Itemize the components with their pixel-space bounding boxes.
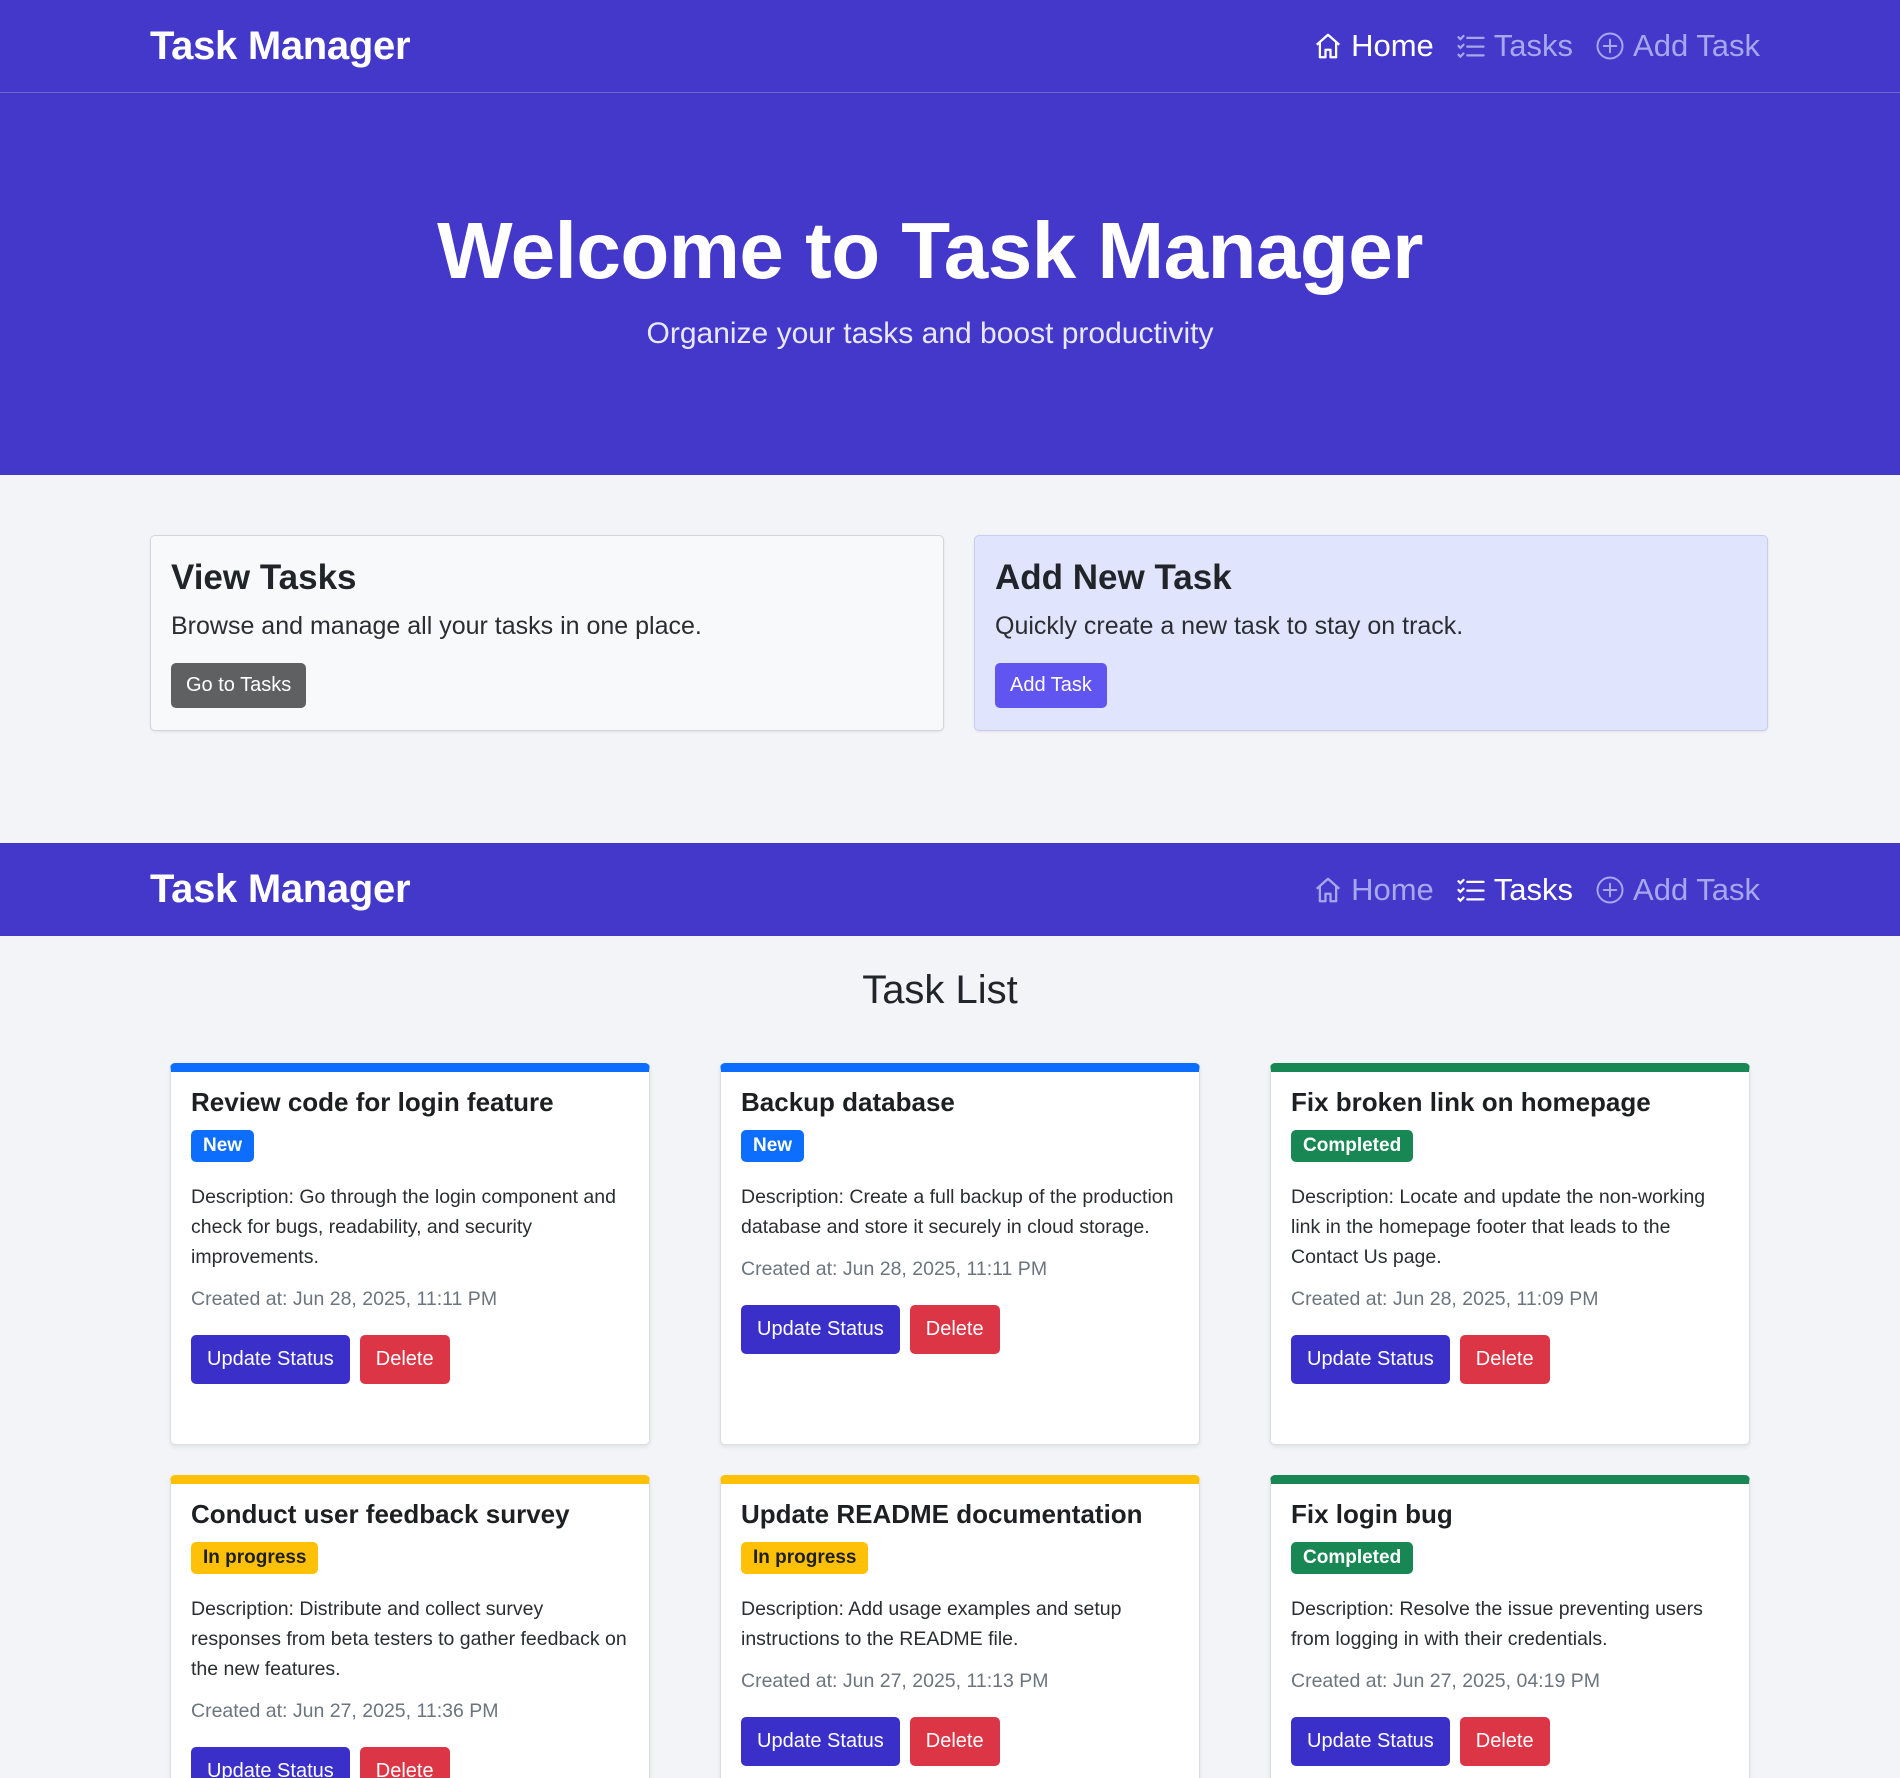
- task-created-at: Created at: Jun 27, 2025, 11:36 PM: [191, 1700, 499, 1722]
- status-badge: Completed: [1291, 1130, 1414, 1162]
- task-card: Fix login bug Completed Description: Res…: [1270, 1475, 1750, 1778]
- home-icon: [1316, 877, 1341, 902]
- task-card: Update README documentation In progress …: [720, 1475, 1200, 1778]
- task-created-at: Created at: Jun 27, 2025, 11:13 PM: [741, 1670, 1049, 1692]
- task-title: Conduct user feedback survey: [191, 1499, 570, 1529]
- view-tasks-card: View Tasks Browse and manage all your ta…: [150, 535, 944, 731]
- nav-home-label: Home: [1351, 28, 1434, 63]
- delete-button[interactable]: Delete: [909, 1717, 1000, 1766]
- task-created-at: Created at: Jun 28, 2025, 11:09 PM: [1291, 1288, 1599, 1310]
- nav-tasks-link[interactable]: Tasks: [1456, 28, 1573, 64]
- task-description: Description: Go through the login compon…: [191, 1186, 616, 1268]
- add-task-title: Add New Task: [995, 558, 1232, 597]
- task-description: Description: Locate and update the non-w…: [1291, 1186, 1706, 1268]
- status-badge: New: [191, 1130, 255, 1162]
- task-card: Backup database New Description: Create …: [720, 1063, 1200, 1445]
- update-status-button[interactable]: Update Status: [1291, 1717, 1450, 1766]
- go-to-tasks-button[interactable]: Go to Tasks: [171, 663, 307, 708]
- delete-button[interactable]: Delete: [359, 1335, 450, 1384]
- nav-tasks-label: Tasks: [1493, 871, 1574, 907]
- task-actions: Update Status Delete: [1291, 1335, 1729, 1384]
- feature-cards: View Tasks Browse and manage all your ta…: [0, 475, 1900, 843]
- home-icon: [1316, 33, 1341, 59]
- status-badge: New: [741, 1130, 805, 1162]
- task-card: Conduct user feedback survey In progress…: [170, 1475, 650, 1778]
- plus-circle-icon: [1596, 876, 1624, 903]
- task-list-section: Task List Review code for login feature …: [0, 936, 1900, 1778]
- nav-home-link[interactable]: Home: [1313, 28, 1434, 64]
- task-description: Description: Resolve the issue preventin…: [1291, 1598, 1703, 1650]
- top-navbar: Task Manager Home Tasks Add Task: [0, 0, 1900, 93]
- task-description: Description: Distribute and collect surv…: [191, 1598, 627, 1680]
- task-actions: Update Status Delete: [1291, 1717, 1729, 1766]
- nav-links: Home Tasks Add Task: [1313, 872, 1760, 908]
- task-actions: Update Status Delete: [741, 1305, 1179, 1354]
- task-grid: Review code for login feature New Descri…: [0, 1013, 1900, 1778]
- task-list-title: Task List: [862, 968, 1018, 1012]
- nav-home-link[interactable]: Home: [1313, 872, 1434, 908]
- task-card: Fix broken link on homepage Completed De…: [1270, 1063, 1750, 1445]
- update-status-button[interactable]: Update Status: [741, 1717, 900, 1766]
- view-tasks-title: View Tasks: [171, 558, 357, 597]
- task-title: Fix login bug: [1291, 1499, 1453, 1529]
- task-created-at: Created at: Jun 28, 2025, 11:11 PM: [191, 1288, 498, 1310]
- list-icon: [1457, 34, 1485, 59]
- task-actions: Update Status Delete: [191, 1335, 629, 1384]
- hero-section: Welcome to Task Manager Organize your ta…: [0, 93, 1900, 475]
- task-actions: Update Status Delete: [191, 1747, 629, 1778]
- nav-tasks-label: Tasks: [1493, 28, 1574, 63]
- task-description: Description: Add usage examples and setu…: [741, 1598, 1122, 1650]
- nav-home-label: Home: [1351, 871, 1434, 907]
- task-title: Fix broken link on homepage: [1291, 1087, 1651, 1117]
- delete-button[interactable]: Delete: [909, 1305, 1000, 1354]
- status-badge: In progress: [741, 1542, 869, 1574]
- tasks-navbar: Task Manager Home Tasks Add Task: [0, 843, 1900, 936]
- update-status-button[interactable]: Update Status: [191, 1335, 350, 1384]
- task-title: Backup database: [741, 1087, 955, 1117]
- status-badge: In progress: [191, 1542, 319, 1574]
- task-actions: Update Status Delete: [741, 1717, 1179, 1766]
- status-badge: Completed: [1291, 1542, 1414, 1574]
- task-description: Description: Create a full backup of the…: [741, 1186, 1174, 1238]
- task-card: Review code for login feature New Descri…: [170, 1063, 650, 1445]
- nav-add-task-label: Add Task: [1633, 28, 1760, 63]
- nav-add-task-label: Add Task: [1633, 871, 1760, 907]
- delete-button[interactable]: Delete: [359, 1747, 450, 1778]
- add-task-card: Add New Task Quickly create a new task t…: [974, 535, 1768, 731]
- hero-subtitle: Organize your tasks and boost productivi…: [646, 317, 1214, 350]
- add-task-button[interactable]: Add Task: [995, 663, 1107, 708]
- view-tasks-text: Browse and manage all your tasks in one …: [171, 612, 702, 640]
- hero-title: Welcome to Task Manager: [437, 206, 1423, 295]
- task-created-at: Created at: Jun 28, 2025, 11:11 PM: [741, 1258, 1048, 1280]
- update-status-button[interactable]: Update Status: [741, 1305, 900, 1354]
- plus-circle-icon: [1596, 32, 1624, 60]
- task-created-at: Created at: Jun 27, 2025, 04:19 PM: [1291, 1670, 1600, 1692]
- update-status-button[interactable]: Update Status: [191, 1747, 350, 1778]
- nav-tasks-link[interactable]: Tasks: [1456, 872, 1573, 908]
- delete-button[interactable]: Delete: [1459, 1335, 1550, 1384]
- update-status-button[interactable]: Update Status: [1291, 1335, 1450, 1384]
- nav-add-task-link[interactable]: Add Task: [1595, 28, 1760, 64]
- task-title: Update README documentation: [741, 1499, 1143, 1529]
- task-title: Review code for login feature: [191, 1087, 554, 1117]
- nav-links: Home Tasks Add Task: [1313, 28, 1760, 64]
- delete-button[interactable]: Delete: [1459, 1717, 1550, 1766]
- list-icon: [1457, 878, 1485, 902]
- add-task-text: Quickly create a new task to stay on tra…: [995, 612, 1464, 640]
- brand-logo[interactable]: Task Manager: [150, 867, 411, 912]
- nav-add-task-link[interactable]: Add Task: [1595, 872, 1760, 908]
- brand-logo[interactable]: Task Manager: [150, 24, 411, 69]
